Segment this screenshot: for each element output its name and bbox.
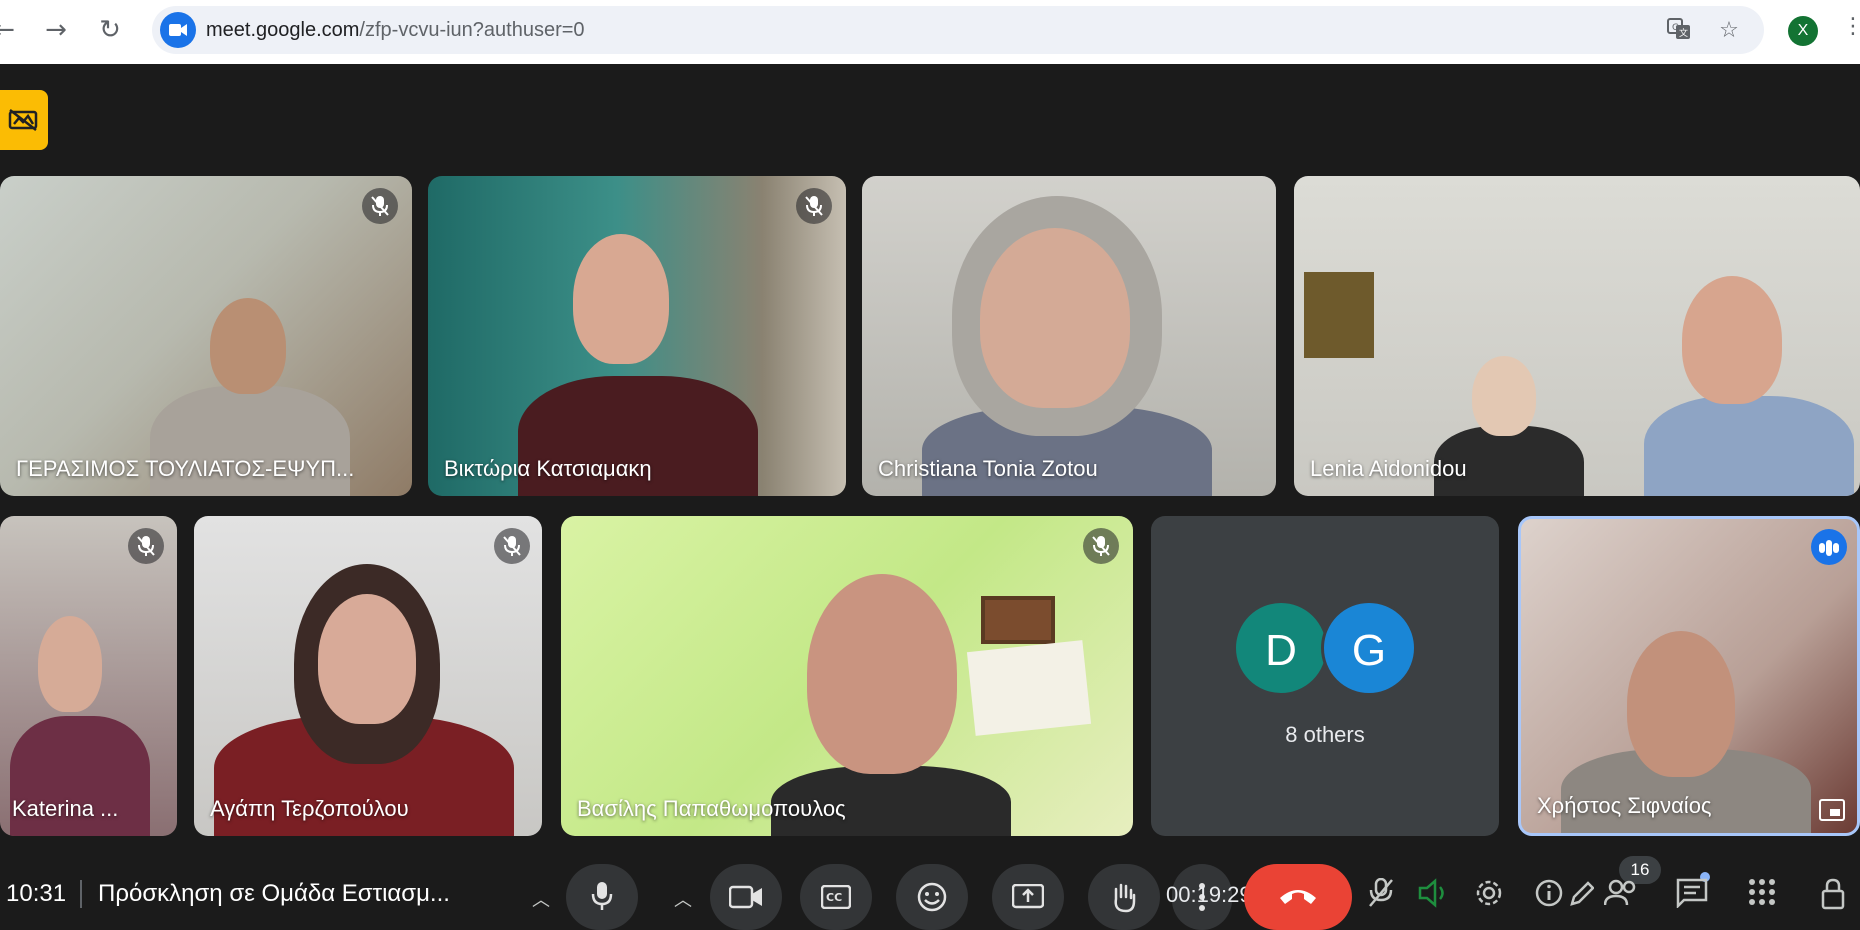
participant-face	[210, 298, 286, 394]
participant-face	[1682, 276, 1782, 404]
audio-options-chevron-icon[interactable]: ︿	[532, 886, 550, 912]
participant-face	[318, 594, 416, 724]
mic-off-icon	[1083, 528, 1119, 564]
svg-text:CC: CC	[826, 891, 842, 904]
url-text: meet.google.com/zfp-vcvu-iun?authuser=0	[206, 19, 585, 42]
participant-name: Αγάπη Τερζοπούλου	[210, 796, 409, 821]
people-icon[interactable]	[1603, 878, 1638, 915]
svg-text:G: G	[1672, 23, 1679, 33]
others-tile[interactable]: D G 8 others	[1151, 516, 1499, 836]
participant-tile[interactable]: Βασίλης Παπαθωμοπουλος	[561, 516, 1133, 836]
meeting-title: Πρόσκληση σε Ομάδα Εστιασμ...	[98, 880, 450, 907]
address-bar[interactable]: meet.google.com/zfp-vcvu-iun?authuser=0 …	[152, 6, 1764, 54]
participant-name: Katerina ...	[12, 796, 119, 821]
participant-name: Χρήστος Σιφναίος	[1537, 793, 1712, 818]
leave-call-button[interactable]	[1244, 864, 1352, 930]
participant-tile[interactable]: ΓΕΡΑΣΙΜΟΣ ΤΟΥΛΙΑΤΟΣ-ΕΨΥΠ...	[0, 176, 412, 496]
participant-face	[38, 616, 102, 712]
participant-avatar: D	[1233, 600, 1329, 696]
translate-icon[interactable]: G文	[1666, 18, 1692, 44]
participant-name: Lenia Aidonidou	[1310, 456, 1467, 481]
recording-badge[interactable]	[0, 90, 48, 150]
wall-frame	[981, 596, 1055, 644]
participant-face	[573, 234, 669, 364]
participant-tile[interactable]: Katerina ...	[0, 516, 177, 836]
participant-face	[1627, 631, 1735, 777]
raise-hand-button[interactable]	[1088, 864, 1160, 930]
meeting-info-icon[interactable]	[1534, 878, 1564, 915]
participant-face	[807, 574, 957, 774]
settings-gear-icon[interactable]	[1474, 878, 1504, 915]
participant-tile[interactable]: Lenia Aidonidou	[1294, 176, 1860, 496]
participant-avatar: G	[1321, 600, 1417, 696]
pencil-icon[interactable]	[1568, 878, 1595, 915]
participant-name: ΓΕΡΑΣΙΜΟΣ ΤΟΥΛΙΑΤΟΣ-ΕΨΥΠ...	[16, 456, 355, 481]
others-count-label: 8 others	[1285, 722, 1365, 747]
divider	[80, 880, 82, 908]
activities-grid-icon[interactable]	[1748, 878, 1776, 913]
bookmark-star-icon[interactable]: ☆	[1716, 18, 1742, 44]
participant-name: Βικτώρια Κατσιαμακη	[444, 456, 652, 481]
current-time: 10:31	[6, 880, 67, 907]
mic-off-status-icon[interactable]	[1368, 877, 1394, 915]
browser-toolbar: ← → ↻ meet.google.com/zfp-vcvu-iun?authu…	[0, 0, 1860, 64]
reload-icon[interactable]: ↻	[92, 12, 128, 48]
back-icon[interactable]: ←	[0, 12, 22, 48]
mic-off-icon	[128, 528, 164, 564]
browser-menu-icon[interactable]: ⋮	[1842, 14, 1860, 39]
forward-icon[interactable]: →	[38, 12, 74, 48]
participant-tile-speaking[interactable]: Χρήστος Σιφναίος	[1518, 516, 1860, 836]
meeting-timer: 00:19:29	[1166, 882, 1252, 907]
mic-off-icon	[362, 188, 398, 224]
url-host: meet.google.com	[206, 19, 360, 41]
wall-picture	[966, 640, 1092, 736]
emoji-reaction-button[interactable]	[896, 864, 968, 930]
svg-text:文: 文	[1679, 27, 1688, 39]
participant-tile[interactable]: Βικτώρια Κατσιαμακη	[428, 176, 846, 496]
meeting-control-bar: 10:31 Πρόσκληση σε Ομάδα Εστιασμ... ︿ ︿ …	[0, 850, 1860, 930]
microphone-button[interactable]	[566, 864, 638, 930]
captions-button[interactable]: CC	[800, 864, 872, 930]
participant-name: Christiana Tonia Zotou	[878, 456, 1098, 481]
participant-face	[980, 228, 1130, 408]
mic-off-icon	[796, 188, 832, 224]
participant-tile[interactable]: Christiana Tonia Zotou	[862, 176, 1276, 496]
participant-name: Βασίλης Παπαθωμοπουλος	[577, 796, 846, 821]
video-options-chevron-icon[interactable]: ︿	[674, 886, 692, 912]
participant-tile[interactable]: Αγάπη Τερζοπούλου	[194, 516, 542, 836]
url-path: /zfp-vcvu-iun?authuser=0	[359, 19, 585, 41]
present-screen-button[interactable]	[992, 864, 1064, 930]
volume-icon[interactable]	[1418, 878, 1452, 915]
participant-face	[1472, 356, 1536, 436]
profile-avatar[interactable]: X	[1788, 16, 1818, 46]
mic-off-icon	[494, 528, 530, 564]
camera-button[interactable]	[710, 864, 782, 930]
host-controls-lock-icon[interactable]	[1820, 878, 1850, 917]
speaking-indicator-icon	[1811, 529, 1847, 565]
meet-site-icon	[160, 12, 196, 48]
picture-in-picture-icon[interactable]	[1819, 799, 1845, 821]
wall-painting	[1304, 272, 1374, 358]
chat-icon[interactable]	[1676, 878, 1708, 915]
participant-video	[1644, 396, 1854, 496]
